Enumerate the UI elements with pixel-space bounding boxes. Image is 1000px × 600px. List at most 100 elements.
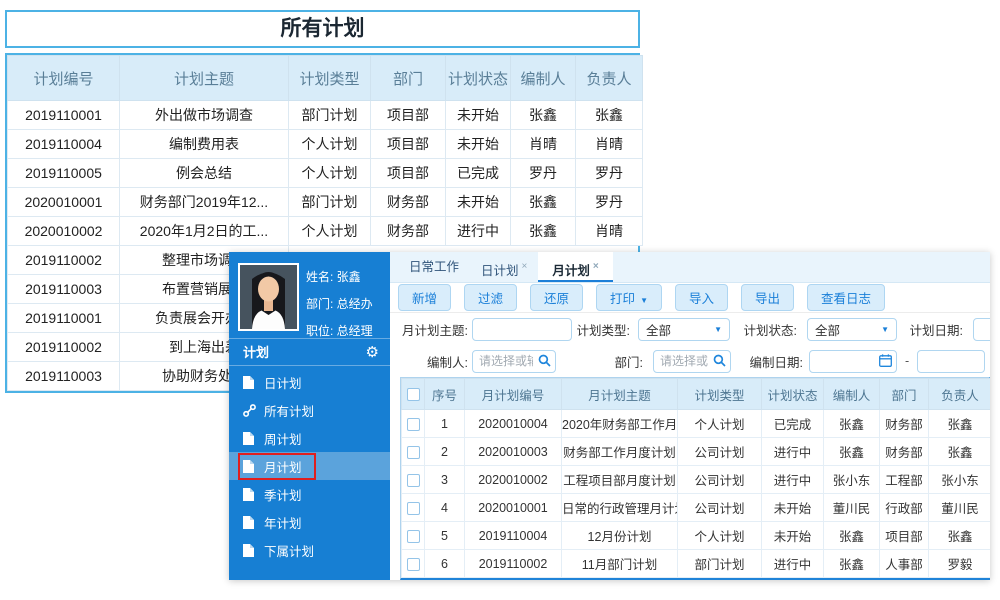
search-icon[interactable] [538,354,551,370]
type-cell: 公司计划 [677,493,762,522]
row-checkbox[interactable] [406,473,420,487]
plan-type-label: 计划类型: [576,323,630,338]
owner-link[interactable]: 张鑫 [928,521,990,550]
menu-group-plan[interactable]: 计划 ⚙ [229,338,390,366]
owner-link[interactable]: 张鑫 [928,409,990,438]
creator-cell: 肖晴 [510,129,576,159]
table-row: 2020010001 财务部门2019年12... 部门计划 财务部 未开始 张… [7,187,643,217]
type-cell: 个人计划 [677,521,762,550]
row-checkbox[interactable] [406,557,420,571]
plan-date-input[interactable] [973,317,990,341]
chevron-down-icon: ▼ [640,296,648,305]
add-button[interactable]: 新增 [398,284,452,311]
creator-link[interactable]: 董川民 [823,493,880,522]
chevron-down-icon: ▼ [881,324,889,334]
creator-link[interactable]: 张鑫 [823,409,880,438]
sidebar-item-quarterly-plan[interactable]: 季计划 [229,480,390,508]
close-icon[interactable]: × [593,261,599,272]
tab-daily-work[interactable]: 日常工作 [398,252,470,282]
plan-id-link[interactable]: 2019110002 [464,549,562,578]
plan-type-select[interactable]: 全部 ▼ [638,317,730,341]
column-header-owner: 负责人 [928,378,990,410]
column-header-status: 计划状态 [445,55,511,101]
plan-id-cell: 2019110003 [7,274,120,304]
row-checkbox[interactable] [406,501,420,515]
document-icon [243,431,256,445]
subject-link[interactable]: 财务部工作月度计划 [561,437,678,466]
toolbar: 新增 过滤 还原 打印 ▼ 导入 导出 查看日志 [390,283,990,313]
plan-window: 姓名: 张鑫 部门: 总经办 职位: 总经理 计划 ⚙ 日计划 所有计划 周计划… [229,252,990,580]
sidebar-item-weekly-plan[interactable]: 周计划 [229,424,390,452]
plan-id-link[interactable]: 2020010004 [464,409,562,438]
sidebar-item-monthly-plan[interactable]: 月计划 [229,452,390,480]
filter-button[interactable]: 过滤 [464,284,518,311]
status-cell: 未开始 [761,493,824,522]
tab-label: 月计划 [552,264,590,278]
plan-id-cell: 2019110002 [7,332,120,362]
created-date-end-input[interactable] [917,349,986,373]
plan-id-link[interactable]: 2019110004 [464,521,562,550]
document-icon [243,459,256,473]
checkbox-cell [401,437,425,466]
sidebar-item-yearly-plan[interactable]: 年计划 [229,508,390,536]
export-button[interactable]: 导出 [741,284,795,311]
sidebar: 姓名: 张鑫 部门: 总经办 职位: 总经理 计划 ⚙ 日计划 所有计划 周计划… [229,252,390,580]
report-title: 所有计划 [5,10,640,48]
reset-button[interactable]: 还原 [530,284,584,311]
owner-link[interactable]: 罗毅 [928,549,990,578]
search-icon[interactable] [713,354,726,370]
tab-monthly-plan[interactable]: 月计划 × [538,252,613,282]
tab-label: 日常工作 [409,260,460,274]
plan-id-link[interactable]: 2020010002 [464,465,562,494]
table-row: 2019110004 编制费用表 个人计划 项目部 未开始 肖晴 肖晴 [7,129,643,159]
avatar-photo-illustration [240,265,297,329]
sidebar-item-all-plans[interactable]: 所有计划 [229,396,390,424]
subject-link[interactable]: 工程项目部月度计划 [561,465,678,494]
sidebar-item-daily-plan[interactable]: 日计划 [229,368,390,396]
owner-link[interactable]: 张鑫 [928,437,990,466]
owner-link[interactable]: 董川民 [928,493,990,522]
table-row: 2019110005 例会总结 个人计划 项目部 已完成 罗丹 罗丹 [7,158,643,188]
row-checkbox[interactable] [406,445,420,459]
creator-link[interactable]: 张小东 [823,465,880,494]
tab-daily-plan[interactable]: 日计划 × [470,252,538,282]
owner-cell: 罗丹 [575,187,643,217]
view-log-button[interactable]: 查看日志 [807,284,886,311]
sidebar-item-subordinate-plan[interactable]: 下属计划 [229,536,390,564]
column-header-plan-id: 月计划编号 [464,378,562,410]
column-header-owner: 负责人 [575,55,643,101]
status-cell: 进行中 [445,216,511,246]
print-button[interactable]: 打印 ▼ [596,284,662,311]
plan-id-link[interactable]: 2020010001 [464,493,562,522]
gear-icon[interactable]: ⚙ [366,339,379,366]
creator-link[interactable]: 张鑫 [823,437,880,466]
subject-input[interactable] [472,317,572,341]
checkbox-cell [401,409,425,438]
row-checkbox[interactable] [406,529,420,543]
monthly-plan-table: 序号 月计划编号 月计划主题 计划类型 计划状态 编制人 部门 负责人 1 20… [401,378,990,578]
subject-link[interactable]: 11月部门计划 [561,549,678,578]
checkbox-cell [401,493,425,522]
row-checkbox[interactable] [406,417,420,431]
plan-id-link[interactable]: 2020010003 [464,437,562,466]
table-header-row: 序号 月计划编号 月计划主题 计划类型 计划状态 编制人 部门 负责人 [401,378,990,410]
import-button[interactable]: 导入 [674,284,728,311]
plan-status-select[interactable]: 全部 ▼ [807,317,897,341]
type-cell: 个人计划 [677,409,762,438]
status-cell: 未开始 [445,129,511,159]
creator-link[interactable]: 张鑫 [823,549,880,578]
subject-link[interactable]: 2020年财务部工作月... [561,409,678,438]
column-header-dept: 部门 [370,55,446,101]
plan-id-cell: 2019110004 [7,129,120,159]
creator-link[interactable]: 张鑫 [823,521,880,550]
document-icon [243,543,256,557]
subject-link[interactable]: 日常的行政管理月计划 [561,493,678,522]
select-all-checkbox[interactable] [406,388,420,402]
calendar-icon[interactable] [879,353,892,370]
column-header-creator: 编制人 [510,55,576,101]
owner-link[interactable]: 张小东 [928,465,990,494]
plan-id-cell: 2019110003 [7,361,120,391]
close-icon[interactable]: × [522,261,528,272]
owner-cell: 张鑫 [575,100,643,130]
subject-link[interactable]: 12月份计划 [561,521,678,550]
